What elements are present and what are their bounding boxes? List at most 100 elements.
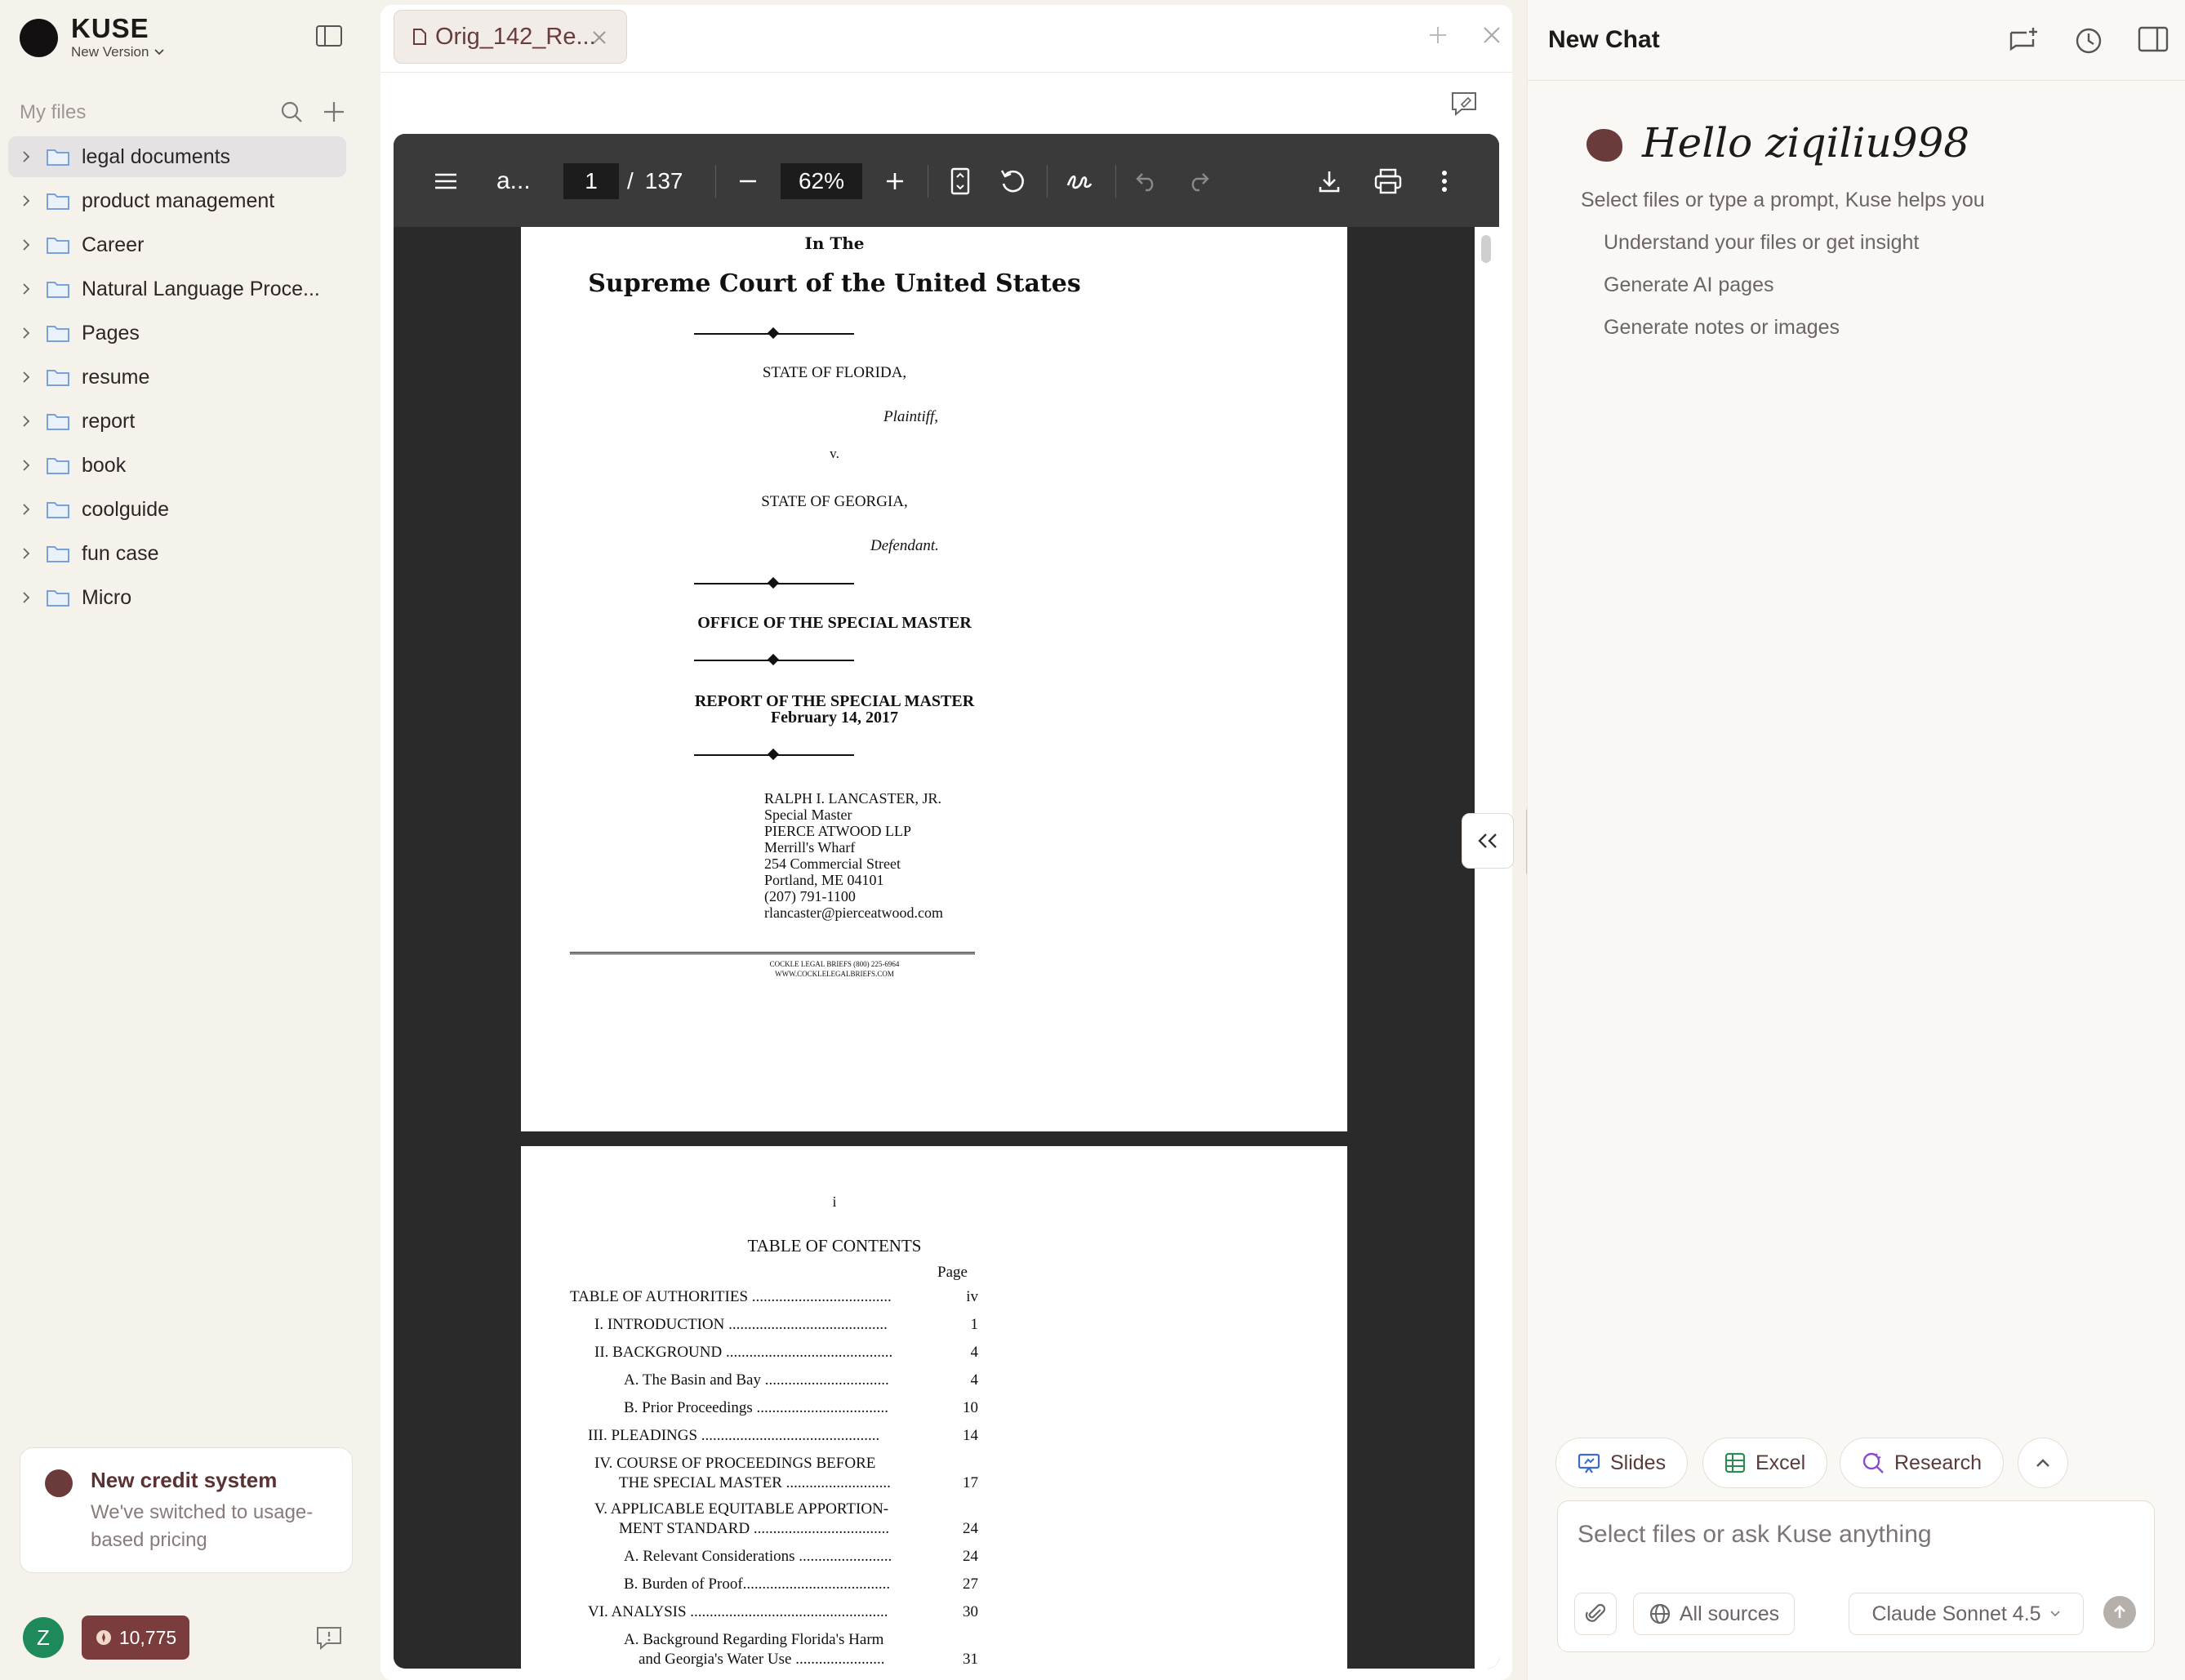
chevron-right-icon[interactable] (20, 415, 33, 428)
annotate-icon[interactable] (1450, 90, 1478, 118)
folder-item[interactable]: book (8, 445, 346, 486)
office-heading: OFFICE OF THE SPECIAL MASTER (697, 614, 972, 632)
toc-row[interactable]: B. Burden of Proof......................… (570, 1576, 978, 1595)
search-icon[interactable] (279, 100, 304, 124)
chevron-right-icon[interactable] (20, 327, 33, 340)
toc-row[interactable]: B. Prior Proceedings ...................… (570, 1399, 978, 1419)
chevron-right-icon[interactable] (20, 503, 33, 516)
credits-badge[interactable]: 10,775 (82, 1616, 189, 1660)
model-label: Claude Sonnet 4.5 (1871, 1602, 2041, 1625)
toc-row[interactable]: V. APPLICABLE EQUITABLE APPORTION- (570, 1500, 978, 1520)
send-button[interactable] (2103, 1596, 2136, 1629)
toc-label: B. Prior Proceedings ...................… (624, 1399, 889, 1416)
chevron-right-icon[interactable] (20, 238, 33, 251)
toc-row[interactable]: II. BACKGROUND .........................… (570, 1344, 978, 1363)
folder-item[interactable]: fun case (8, 533, 346, 574)
draw-icon[interactable] (1063, 165, 1096, 198)
zoom-in-icon[interactable] (882, 165, 908, 198)
toc-row[interactable]: THE SPECIAL MASTER .....................… (570, 1474, 978, 1494)
toc-row[interactable]: and Georgia's Water Use ................… (570, 1651, 978, 1669)
chevron-right-icon[interactable] (20, 150, 33, 163)
toc-row[interactable]: MENT STANDARD ..........................… (570, 1520, 978, 1540)
address-line[interactable]: rlancaster@pierceatwood.com (764, 904, 943, 921)
minimize-icon[interactable] (1427, 24, 1449, 46)
toc-row[interactable]: A. Relevant Considerations .............… (570, 1548, 978, 1567)
collapse-panel-button[interactable] (1462, 813, 1514, 869)
version-dropdown[interactable]: New Version (71, 44, 165, 60)
suggestion-generate-pages[interactable]: Generate AI pages (1604, 273, 1773, 297)
toc-label: B. Burden of Proof......................… (624, 1576, 891, 1593)
toc-row[interactable]: TABLE OF AUTHORITIES ...................… (570, 1288, 978, 1308)
toc-row[interactable]: III. PLEADINGS .........................… (570, 1427, 978, 1447)
toc-row[interactable]: VI. ANALYSIS ...........................… (570, 1603, 978, 1623)
credit-system-card[interactable]: New credit system We've switched to usag… (20, 1447, 353, 1573)
toc-row[interactable]: A. The Basin and Bay ...................… (570, 1371, 978, 1391)
scroll-thumb[interactable] (1481, 235, 1491, 263)
folder-item[interactable]: Micro (8, 577, 346, 618)
toc-row[interactable]: I. INTRODUCTION ........................… (570, 1316, 978, 1336)
page-roman-number: i (832, 1193, 837, 1210)
folder-item[interactable]: product management (8, 180, 346, 221)
close-viewer-icon[interactable] (1481, 24, 1502, 46)
undo-icon[interactable] (1132, 165, 1161, 198)
zoom-out-icon[interactable] (735, 165, 761, 198)
sources-selector[interactable]: All sources (1633, 1593, 1795, 1635)
expand-tools-button[interactable] (2018, 1438, 2068, 1488)
folder-item[interactable]: resume (8, 357, 346, 398)
folder-label: product management (82, 189, 275, 212)
feedback-icon[interactable] (315, 1624, 343, 1651)
folder-label: Natural Language Proce... (82, 277, 320, 300)
toc-page-number: iv (966, 1288, 978, 1305)
attach-button[interactable] (1574, 1593, 1617, 1635)
download-icon[interactable] (1313, 165, 1346, 198)
suggestion-generate-notes[interactable]: Generate notes or images (1604, 316, 1840, 340)
sidebar-toggle-icon[interactable] (315, 24, 343, 47)
chevron-right-icon[interactable] (20, 282, 33, 296)
close-icon[interactable] (590, 29, 608, 47)
suggestion-understand-files[interactable]: Understand your files or get insight (1604, 231, 1919, 255)
folder-item[interactable]: legal documents (8, 136, 346, 177)
chevron-right-icon[interactable] (20, 371, 33, 384)
toc-title: TABLE OF CONTENTS (747, 1236, 922, 1256)
research-chip[interactable]: Research (1840, 1438, 2004, 1488)
toc-row[interactable]: IV. COURSE OF PROCEEDINGS BEFORE (570, 1455, 978, 1474)
more-options-icon[interactable] (1432, 165, 1457, 198)
excel-chip[interactable]: Excel (1702, 1438, 1828, 1488)
toc-label: TABLE OF AUTHORITIES ...................… (570, 1288, 892, 1305)
folder-item[interactable]: coolguide (8, 489, 346, 530)
toc-row[interactable]: A. Background Regarding Florida's Harm (570, 1631, 978, 1651)
add-icon[interactable] (322, 100, 346, 124)
folder-icon (47, 590, 69, 607)
document-tab[interactable]: Orig_142_Re... (394, 10, 627, 64)
folder-item[interactable]: Career (8, 224, 346, 265)
redo-icon[interactable] (1184, 165, 1213, 198)
folder-label: fun case (82, 541, 159, 565)
toc-label: MENT STANDARD ..........................… (619, 1520, 890, 1537)
panel-toggle-icon[interactable] (2138, 26, 2169, 52)
my-files-label: My files (20, 101, 87, 123)
new-chat-icon[interactable] (2009, 26, 2040, 56)
folder-item[interactable]: report (8, 401, 346, 442)
menu-icon[interactable] (429, 165, 462, 198)
folder-icon (47, 458, 69, 474)
page-number-input[interactable]: 1 (563, 163, 619, 199)
folder-item[interactable]: Natural Language Proce... (8, 269, 346, 309)
history-icon[interactable] (2074, 26, 2103, 56)
print-icon[interactable] (1370, 165, 1406, 198)
rotate-icon[interactable] (996, 165, 1029, 198)
toc-label: A. The Basin and Bay ...................… (624, 1371, 889, 1389)
folder-item[interactable]: Pages (8, 313, 346, 353)
brand[interactable]: KUSE New Version (20, 15, 165, 60)
folder-icon (47, 414, 69, 430)
chevron-right-icon[interactable] (20, 459, 33, 472)
chat-input[interactable] (1578, 1521, 2133, 1549)
model-selector[interactable]: Claude Sonnet 4.5 (1849, 1593, 2084, 1635)
avatar[interactable]: Z (23, 1617, 64, 1658)
chevron-right-icon[interactable] (20, 547, 33, 560)
chevron-right-icon[interactable] (20, 194, 33, 207)
pdf-scrollbar[interactable] (1475, 227, 1499, 1669)
chevron-right-icon[interactable] (20, 591, 33, 604)
slides-chip[interactable]: Slides (1555, 1438, 1689, 1488)
zoom-input[interactable]: 62% (781, 163, 862, 199)
fit-page-icon[interactable] (946, 165, 975, 198)
